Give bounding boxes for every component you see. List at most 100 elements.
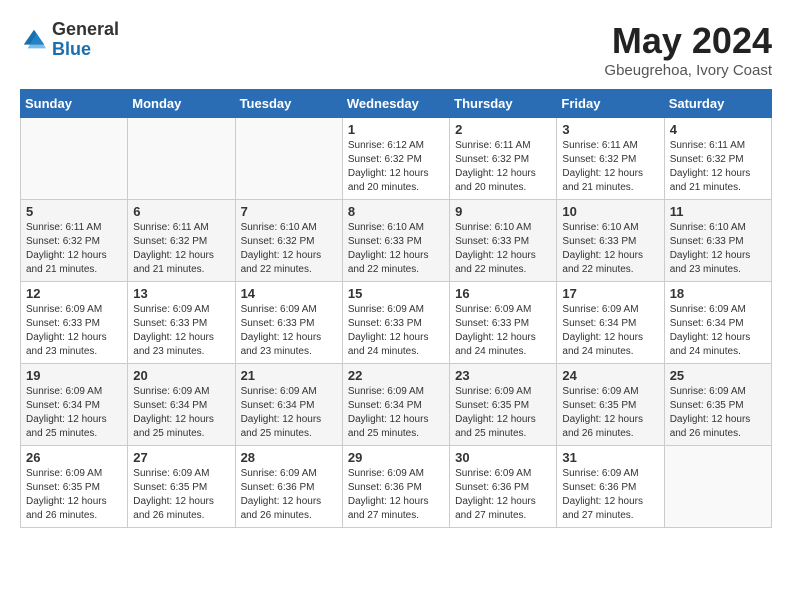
week-row-5: 26 Sunrise: 6:09 AM Sunset: 6:35 PM Dayli…: [21, 446, 772, 528]
calendar-cell: 30 Sunrise: 6:09 AM Sunset: 6:36 PM Dayli…: [450, 446, 557, 528]
day-info: Sunrise: 6:09 AM Sunset: 6:34 PM Dayligh…: [670, 303, 766, 359]
calendar-cell: 16Sunrise: 6:09 AM Sunset: 6:33 PM Dayli…: [450, 282, 557, 364]
calendar-cell: 14 Sunrise: 6:09 AM Sunset: 6:33 PM Dayli…: [235, 282, 342, 364]
day-info: Sunrise: 6:09 AM Sunset: 6:34 PM Dayligh…: [133, 385, 229, 441]
day-number: 24: [562, 368, 658, 383]
calendar-cell: [128, 118, 235, 200]
day-number: 14: [241, 286, 337, 301]
day-number: 15: [348, 286, 444, 301]
day-info: Sunrise: 6:10 AM Sunset: 6:33 PM Dayligh…: [670, 221, 766, 277]
calendar-cell: 28Sunrise: 6:09 AM Sunset: 6:36 PM Dayli…: [235, 446, 342, 528]
calendar-cell: [664, 446, 771, 528]
day-number: 12: [26, 286, 122, 301]
day-info: Sunrise: 6:10 AM Sunset: 6:32 PM Dayligh…: [241, 221, 337, 277]
calendar-cell: 29Sunrise: 6:09 AM Sunset: 6:36 PM Dayli…: [342, 446, 449, 528]
calendar-cell: 15 Sunrise: 6:09 AM Sunset: 6:33 PM Dayli…: [342, 282, 449, 364]
day-number: 17: [562, 286, 658, 301]
day-info: Sunrise: 6:09 AM Sunset: 6:35 PM Dayligh…: [670, 385, 766, 441]
day-info: Sunrise: 6:09 AM Sunset: 6:34 PM Dayligh…: [348, 385, 444, 441]
weekday-header-saturday: Saturday: [664, 90, 771, 118]
day-number: 11: [670, 204, 766, 219]
weekday-header-tuesday: Tuesday: [235, 90, 342, 118]
day-number: 25: [670, 368, 766, 383]
calendar-cell: 5 Sunrise: 6:11 AM Sunset: 6:32 PM Daylig…: [21, 200, 128, 282]
day-info: Sunrise: 6:11 AM Sunset: 6:32 PM Dayligh…: [455, 139, 551, 195]
day-info: Sunrise: 6:09 AM Sunset: 6:36 PM Dayligh…: [562, 467, 658, 523]
weekday-header-row: SundayMondayTuesdayWednesdayThursdayFrid…: [21, 90, 772, 118]
day-info: Sunrise: 6:09 AM Sunset: 6:36 PM Dayligh…: [455, 467, 551, 523]
day-info: Sunrise: 6:10 AM Sunset: 6:33 PM Dayligh…: [348, 221, 444, 277]
day-info: Sunrise: 6:09 AM Sunset: 6:33 PM Dayligh…: [241, 303, 337, 359]
week-row-1: 1 Sunrise: 6:12 AM Sunset: 6:32 PM Daylig…: [21, 118, 772, 200]
day-number: 27: [133, 450, 229, 465]
week-row-3: 12 Sunrise: 6:09 AM Sunset: 6:33 PM Dayli…: [21, 282, 772, 364]
calendar-cell: 1 Sunrise: 6:12 AM Sunset: 6:32 PM Daylig…: [342, 118, 449, 200]
day-number: 3: [562, 122, 658, 137]
day-info: Sunrise: 6:09 AM Sunset: 6:35 PM Dayligh…: [455, 385, 551, 441]
day-number: 29: [348, 450, 444, 465]
day-number: 18: [670, 286, 766, 301]
day-number: 19: [26, 368, 122, 383]
logo-icon: [20, 26, 48, 54]
day-info: Sunrise: 6:10 AM Sunset: 6:33 PM Dayligh…: [455, 221, 551, 277]
weekday-header-monday: Monday: [128, 90, 235, 118]
calendar-cell: 22 Sunrise: 6:09 AM Sunset: 6:34 PM Dayli…: [342, 364, 449, 446]
weekday-header-thursday: Thursday: [450, 90, 557, 118]
day-number: 30: [455, 450, 551, 465]
location: Gbeugrehoa, Ivory Coast: [604, 62, 772, 79]
calendar-cell: 7 Sunrise: 6:10 AM Sunset: 6:32 PM Daylig…: [235, 200, 342, 282]
calendar-cell: 23 Sunrise: 6:09 AM Sunset: 6:35 PM Dayli…: [450, 364, 557, 446]
day-number: 9: [455, 204, 551, 219]
calendar-cell: 8 Sunrise: 6:10 AM Sunset: 6:33 PM Daylig…: [342, 200, 449, 282]
day-info: Sunrise: 6:09 AM Sunset: 6:34 PM Dayligh…: [241, 385, 337, 441]
day-number: 6: [133, 204, 229, 219]
day-info: Sunrise: 6:09 AM Sunset: 6:33 PM Dayligh…: [133, 303, 229, 359]
day-number: 4: [670, 122, 766, 137]
calendar-cell: [21, 118, 128, 200]
day-number: 16: [455, 286, 551, 301]
weekday-header-wednesday: Wednesday: [342, 90, 449, 118]
day-number: 2: [455, 122, 551, 137]
calendar-cell: 25 Sunrise: 6:09 AM Sunset: 6:35 PM Dayli…: [664, 364, 771, 446]
calendar-cell: 19 Sunrise: 6:09 AM Sunset: 6:34 PM Dayli…: [21, 364, 128, 446]
day-info: Sunrise: 6:09 AM Sunset: 6:35 PM Dayligh…: [26, 467, 122, 523]
week-row-2: 5 Sunrise: 6:11 AM Sunset: 6:32 PM Daylig…: [21, 200, 772, 282]
weekday-header-friday: Friday: [557, 90, 664, 118]
day-info: Sunrise: 6:11 AM Sunset: 6:32 PM Dayligh…: [26, 221, 122, 277]
day-number: 26: [26, 450, 122, 465]
calendar-cell: 2 Sunrise: 6:11 AM Sunset: 6:32 PM Daylig…: [450, 118, 557, 200]
day-info: Sunrise: 6:09 AM Sunset: 6:34 PM Dayligh…: [26, 385, 122, 441]
day-number: 8: [348, 204, 444, 219]
day-number: 7: [241, 204, 337, 219]
day-number: 22: [348, 368, 444, 383]
day-number: 10: [562, 204, 658, 219]
day-info: Sunrise: 6:09 AM Sunset: 6:34 PM Dayligh…: [562, 303, 658, 359]
day-number: 1: [348, 122, 444, 137]
weekday-header-sunday: Sunday: [21, 90, 128, 118]
calendar-cell: 3 Sunrise: 6:11 AM Sunset: 6:32 PM Daylig…: [557, 118, 664, 200]
calendar-cell: 31 Sunrise: 6:09 AM Sunset: 6:36 PM Dayli…: [557, 446, 664, 528]
day-number: 31: [562, 450, 658, 465]
day-info: Sunrise: 6:11 AM Sunset: 6:32 PM Dayligh…: [133, 221, 229, 277]
week-row-4: 19 Sunrise: 6:09 AM Sunset: 6:34 PM Dayli…: [21, 364, 772, 446]
calendar-table: SundayMondayTuesdayWednesdayThursdayFrid…: [20, 89, 772, 528]
day-number: 21: [241, 368, 337, 383]
calendar-cell: 10 Sunrise: 6:10 AM Sunset: 6:33 PM Dayli…: [557, 200, 664, 282]
day-info: Sunrise: 6:10 AM Sunset: 6:33 PM Dayligh…: [562, 221, 658, 277]
day-info: Sunrise: 6:11 AM Sunset: 6:32 PM Dayligh…: [562, 139, 658, 195]
day-info: Sunrise: 6:12 AM Sunset: 6:32 PM Dayligh…: [348, 139, 444, 195]
calendar-cell: 9 Sunrise: 6:10 AM Sunset: 6:33 PM Daylig…: [450, 200, 557, 282]
day-info: Sunrise: 6:09 AM Sunset: 6:35 PM Dayligh…: [562, 385, 658, 441]
day-number: 23: [455, 368, 551, 383]
calendar-cell: 11 Sunrise: 6:10 AM Sunset: 6:33 PM Dayli…: [664, 200, 771, 282]
calendar-cell: 27 Sunrise: 6:09 AM Sunset: 6:35 PM Dayli…: [128, 446, 235, 528]
day-info: Sunrise: 6:09 AM Sunset: 6:35 PM Dayligh…: [133, 467, 229, 523]
calendar-cell: 24 Sunrise: 6:09 AM Sunset: 6:35 PM Dayli…: [557, 364, 664, 446]
day-number: 5: [26, 204, 122, 219]
day-number: 28: [241, 450, 337, 465]
logo: General Blue: [20, 20, 119, 60]
calendar-cell: 18 Sunrise: 6:09 AM Sunset: 6:34 PM Dayli…: [664, 282, 771, 364]
calendar-cell: 4Sunrise: 6:11 AM Sunset: 6:32 PM Daylig…: [664, 118, 771, 200]
logo-general: General: [52, 20, 119, 40]
day-info: Sunrise: 6:09 AM Sunset: 6:33 PM Dayligh…: [348, 303, 444, 359]
